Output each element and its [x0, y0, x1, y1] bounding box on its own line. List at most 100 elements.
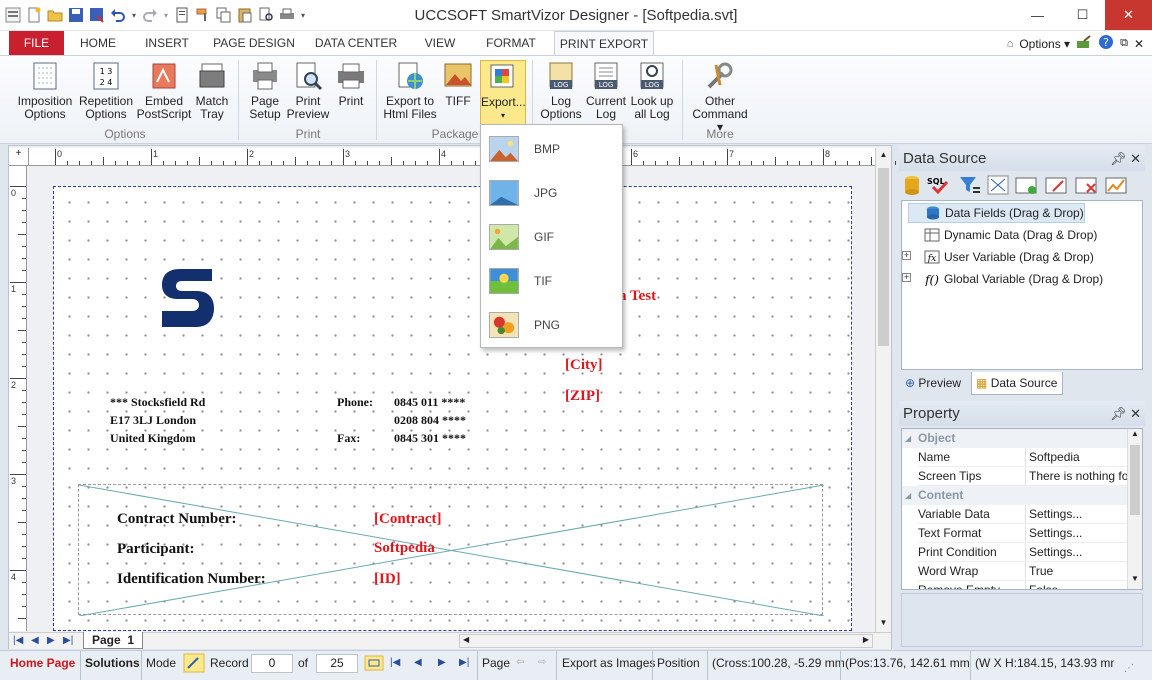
scroll-down-icon[interactable]: ▼ [876, 618, 891, 627]
resize-grip-icon[interactable]: ⋰ [1124, 657, 1134, 680]
address-line-3[interactable]: United Kingdom [110, 429, 196, 447]
property-scroll-thumb[interactable] [1130, 445, 1140, 515]
filter-icon[interactable] [959, 175, 981, 195]
tab-format[interactable]: FORMAT [478, 31, 544, 55]
address-line-1[interactable]: *** Stocksfield Rd [110, 393, 205, 411]
page-back-icon[interactable]: ⇦ [516, 657, 524, 668]
minimize-button[interactable]: — [1015, 0, 1060, 30]
export-jpg-item[interactable]: JPG [481, 171, 622, 215]
report-title-partial[interactable]: a Test [619, 288, 656, 305]
edit-field-icon[interactable] [1045, 175, 1069, 195]
tab-print-export[interactable]: PRINT EXPORT [554, 31, 654, 56]
prop-row-remove-empty-line[interactable]: Remove Empty LineFalse [902, 581, 1128, 589]
first-sheet-icon[interactable]: |◀ [13, 635, 23, 646]
prop-row-screen-tips[interactable]: Screen Tips There is nothing fo [902, 467, 1128, 486]
export-as-images-link[interactable]: Export as Images [556, 651, 655, 680]
scroll-up-icon[interactable]: ▲ [876, 150, 891, 159]
collapse-content-icon[interactable]: ◢ [905, 486, 911, 505]
phone-value-1[interactable]: 0845 011 **** [394, 393, 465, 411]
participant-label[interactable]: Participant: [117, 541, 194, 558]
last-sheet-icon[interactable]: ▶| [63, 635, 73, 646]
prev-record-icon[interactable]: ◀ [414, 657, 422, 668]
print-button[interactable]: Print [332, 60, 370, 108]
chart-data-icon[interactable] [1105, 175, 1127, 195]
restore-icon[interactable]: ⧉ [1120, 37, 1128, 50]
tiff-button[interactable]: TIFF [440, 60, 476, 108]
options-menu[interactable]: Options ▾ [1019, 37, 1070, 51]
export-bmp-item[interactable]: BMP [481, 127, 622, 171]
current-log-button[interactable]: LOG Current Log [584, 60, 628, 121]
prop-row-print-condition[interactable]: Print Condition Settings... [902, 543, 1128, 562]
export-html-button[interactable]: Export to Html Files [382, 60, 438, 121]
vertical-scrollbar[interactable]: ▲ ▼ [875, 148, 891, 633]
tree-item-global-variable[interactable]: f() Global Variable (Drag & Drop) [908, 269, 1103, 289]
tree-item-user-variable[interactable]: fx User Variable (Drag & Drop) [908, 247, 1094, 267]
close-document-icon[interactable]: ✕ [1134, 37, 1144, 51]
participant-field[interactable]: Softpedia [374, 540, 435, 557]
database-icon[interactable] [903, 175, 921, 195]
print-preview-button[interactable]: Print Preview [286, 60, 330, 121]
phone-label[interactable]: Phone: [337, 393, 373, 411]
address-line-2[interactable]: E17 3LJ London [110, 411, 196, 429]
prop-row-text-format[interactable]: Text Format Settings... [902, 524, 1128, 543]
property-scroll-down-icon[interactable]: ▼ [1128, 574, 1142, 583]
category-object[interactable]: ◢ Object [902, 429, 1128, 448]
scroll-thumb[interactable] [878, 168, 889, 346]
city-field[interactable]: [City] [565, 357, 603, 374]
imposition-options-button[interactable]: Imposition Options [14, 60, 76, 121]
first-record-icon[interactable]: |◀ [390, 657, 400, 668]
tab-preview[interactable]: ⊕ Preview [901, 372, 971, 395]
export-dropdown-button[interactable]: Export... ▾ [480, 60, 526, 126]
page-tab[interactable]: Page 1 [83, 632, 144, 649]
tab-page-design[interactable]: PAGE DESIGN [210, 31, 298, 55]
next-record-icon[interactable]: ▶ [438, 657, 446, 668]
collapse-object-icon[interactable]: ◢ [905, 429, 911, 448]
scroll-left-icon[interactable]: ◀ [463, 635, 469, 644]
tab-view[interactable]: VIEW [414, 31, 466, 55]
prev-sheet-icon[interactable]: ◀ [31, 635, 39, 646]
tab-data-center[interactable]: DATA CENTER [312, 31, 400, 55]
tab-home[interactable]: HOME [72, 31, 124, 55]
zip-field[interactable]: [ZIP] [565, 388, 600, 405]
category-content[interactable]: ◢ Content [902, 486, 1128, 505]
tab-insert[interactable]: INSERT [138, 31, 196, 55]
property-pin-icon[interactable]: 📌︎ [1110, 406, 1127, 421]
contract-field[interactable]: [Contract] [374, 511, 441, 528]
id-field[interactable]: [ID] [374, 571, 401, 588]
close-button[interactable]: ✕ [1105, 0, 1152, 30]
tree-item-dynamic-data[interactable]: Dynamic Data (Drag & Drop) [908, 225, 1097, 245]
page-forward-icon[interactable]: ⇨ [538, 657, 546, 668]
horizontal-scrollbar[interactable]: ◀ ▶ [459, 634, 873, 648]
design-mode-icon[interactable] [183, 653, 205, 680]
match-tray-button[interactable]: Match Tray [192, 60, 232, 121]
fax-value[interactable]: 0845 301 **** [394, 429, 466, 447]
solutions-link[interactable]: Solutions [80, 651, 140, 680]
next-sheet-icon[interactable]: ▶ [47, 635, 55, 646]
property-scrollbar[interactable]: ▲ ▼ [1127, 429, 1142, 589]
page-canvas[interactable]: a Test [City] [ZIP] *** Stocksfield Rd E… [53, 186, 852, 631]
other-command-button[interactable]: Other Command ▾ [688, 60, 752, 134]
tree-item-data-fields[interactable]: Data Fields (Drag & Drop) [908, 203, 1085, 223]
page-setup-button[interactable]: Page Setup [244, 60, 286, 121]
export-gif-item[interactable]: GIF [481, 215, 622, 259]
add-field-icon[interactable] [1015, 175, 1039, 195]
pin-icon[interactable]: 📌︎ [1110, 151, 1127, 166]
look-up-all-log-button[interactable]: LOG Look up all Log [628, 60, 676, 121]
home-page-link[interactable]: Home Page [10, 651, 75, 680]
property-close-icon[interactable]: ✕ [1130, 406, 1141, 421]
scroll-right-icon[interactable]: ▶ [863, 635, 869, 644]
skin-icon[interactable] [1076, 35, 1092, 52]
export-tif-item[interactable]: TIF [481, 259, 622, 303]
prop-row-name[interactable]: Name Softpedia [902, 448, 1128, 467]
tab-file[interactable]: FILE [9, 31, 64, 55]
sql-icon[interactable]: SQL [927, 175, 953, 195]
maximize-button[interactable]: ☐ [1060, 0, 1105, 30]
repetition-options-button[interactable]: 1 32 4 Repetition Options [76, 60, 136, 121]
tab-data-source[interactable]: ▦ Data Source [971, 372, 1063, 395]
prop-row-variable-data[interactable]: Variable Data Settings... [902, 505, 1128, 524]
fax-label[interactable]: Fax: [337, 429, 360, 447]
help-icon[interactable]: ? [1098, 34, 1114, 53]
log-options-button[interactable]: LOG Log Options [538, 60, 584, 121]
collapse-ribbon-icon[interactable]: ⌂ [1007, 38, 1014, 50]
design-canvas[interactable]: + 012345678 01234 a Test [City] [ZIP] **… [8, 145, 908, 649]
